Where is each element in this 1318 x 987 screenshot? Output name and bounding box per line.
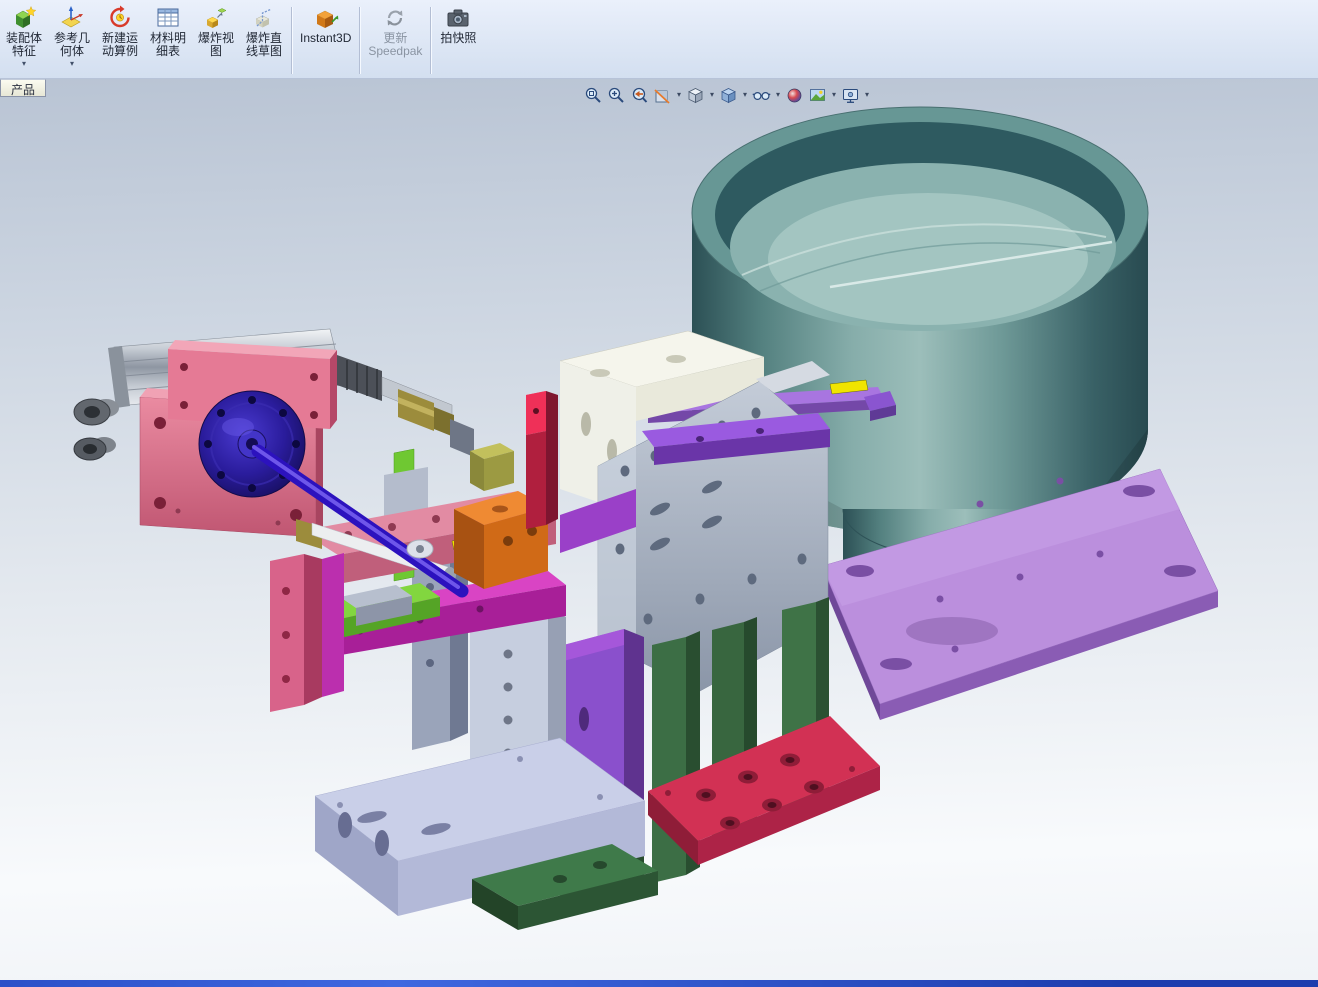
display-style-icon xyxy=(719,86,738,105)
snapshot-icon xyxy=(445,5,471,31)
toolbar-separator xyxy=(359,7,360,74)
bill-of-materials-button[interactable]: 材料明 细表 xyxy=(144,3,192,58)
new-motion-study-icon xyxy=(107,5,133,31)
previous-view-button[interactable] xyxy=(629,84,650,106)
section-view-dropdown-caret[interactable]: ▾ xyxy=(675,84,683,106)
section-view-button[interactable] xyxy=(652,84,673,106)
headsup-view-toolbar: ▾ ▾ ▾ ▾ ▾ ▾ xyxy=(583,84,871,106)
explode-line-sketch-button[interactable]: 爆炸直 线草图 xyxy=(240,3,288,58)
taskbar-edge xyxy=(0,980,1318,987)
update-speedpak-button[interactable]: 更新 Speedpak xyxy=(363,3,427,58)
display-style-dropdown-caret[interactable]: ▾ xyxy=(741,84,749,106)
document-tab-label: 产品 xyxy=(11,83,35,97)
edit-appearance-icon xyxy=(785,86,804,105)
instant3d-icon xyxy=(313,5,339,31)
view-settings-icon xyxy=(841,86,860,105)
display-style-button[interactable] xyxy=(718,84,739,106)
new-motion-study-button[interactable]: 新建运 动算例 xyxy=(96,3,144,58)
zoom-to-area-button[interactable] xyxy=(606,84,627,106)
graphics-viewport[interactable]: 产品 ▾ ▾ ▾ xyxy=(0,79,1318,980)
reference-geometry-label: 参考几 何体 xyxy=(54,32,90,58)
exploded-view-button[interactable]: 爆炸视 图 xyxy=(192,3,240,58)
instant3d-button[interactable]: Instant3D xyxy=(295,3,356,45)
support-columns-left[interactable] xyxy=(270,553,344,712)
update-speedpak-icon xyxy=(382,5,408,31)
view-orientation-dropdown-caret[interactable]: ▾ xyxy=(708,84,716,106)
instant3d-label: Instant3D xyxy=(300,32,351,45)
previous-view-icon xyxy=(630,86,649,105)
hide-show-items-dropdown-caret[interactable]: ▾ xyxy=(774,84,782,106)
edit-appearance-button[interactable] xyxy=(784,84,805,106)
piston-rod-assembly[interactable] xyxy=(337,355,474,457)
hide-show-items-button[interactable] xyxy=(751,84,772,106)
olive-block[interactable] xyxy=(470,443,514,491)
solidworks-window: 装配体 特征 ▾ 参考几 何体 ▾ 新建运 动算例 材料明 细表 xyxy=(0,0,1318,987)
air-fittings[interactable] xyxy=(74,399,119,460)
assembly-features-label: 装配体 特征 xyxy=(6,32,42,58)
bill-of-materials-icon xyxy=(155,5,181,31)
update-speedpak-label: 更新 Speedpak xyxy=(368,32,422,58)
toolbar-separator xyxy=(291,7,292,74)
exploded-view-icon xyxy=(203,5,229,31)
flange-coupling-disc[interactable] xyxy=(199,391,305,497)
reference-geometry-icon xyxy=(59,5,85,31)
explode-line-sketch-label: 爆炸直 线草图 xyxy=(246,32,282,58)
apply-scene-dropdown-caret[interactable]: ▾ xyxy=(830,84,838,106)
hide-show-items-icon xyxy=(752,86,771,105)
assembly-3d-model[interactable] xyxy=(0,79,1318,980)
view-orientation-icon xyxy=(686,86,705,105)
snapshot-button[interactable]: 拍快照 xyxy=(434,3,482,45)
assembly-features-dropdown-caret[interactable]: ▾ xyxy=(22,59,26,68)
snapshot-label: 拍快照 xyxy=(440,32,476,45)
section-view-icon xyxy=(653,86,672,105)
zoom-to-fit-button[interactable] xyxy=(583,84,604,106)
bill-of-materials-label: 材料明 细表 xyxy=(150,32,186,58)
red-bar[interactable] xyxy=(526,391,558,529)
new-motion-study-label: 新建运 动算例 xyxy=(102,32,138,58)
assembly-features-button[interactable]: 装配体 特征 ▾ xyxy=(0,3,48,68)
document-tab-product[interactable]: 产品 xyxy=(0,79,46,97)
view-orientation-button[interactable] xyxy=(685,84,706,106)
view-settings-button[interactable] xyxy=(840,84,861,106)
toolbar-separator xyxy=(430,7,431,74)
zoom-to-fit-icon xyxy=(584,86,603,105)
assembly-features-icon xyxy=(11,5,37,31)
reference-geometry-button[interactable]: 参考几 何体 ▾ xyxy=(48,3,96,68)
reference-geometry-dropdown-caret[interactable]: ▾ xyxy=(70,59,74,68)
apply-scene-icon xyxy=(808,86,827,105)
zoom-to-area-icon xyxy=(607,86,626,105)
explode-line-sketch-icon xyxy=(251,5,277,31)
command-toolbar: 装配体 特征 ▾ 参考几 何体 ▾ 新建运 动算例 材料明 细表 xyxy=(0,0,1318,79)
apply-scene-button[interactable] xyxy=(807,84,828,106)
view-settings-dropdown-caret[interactable]: ▾ xyxy=(863,84,871,106)
exploded-view-label: 爆炸视 图 xyxy=(198,32,234,58)
